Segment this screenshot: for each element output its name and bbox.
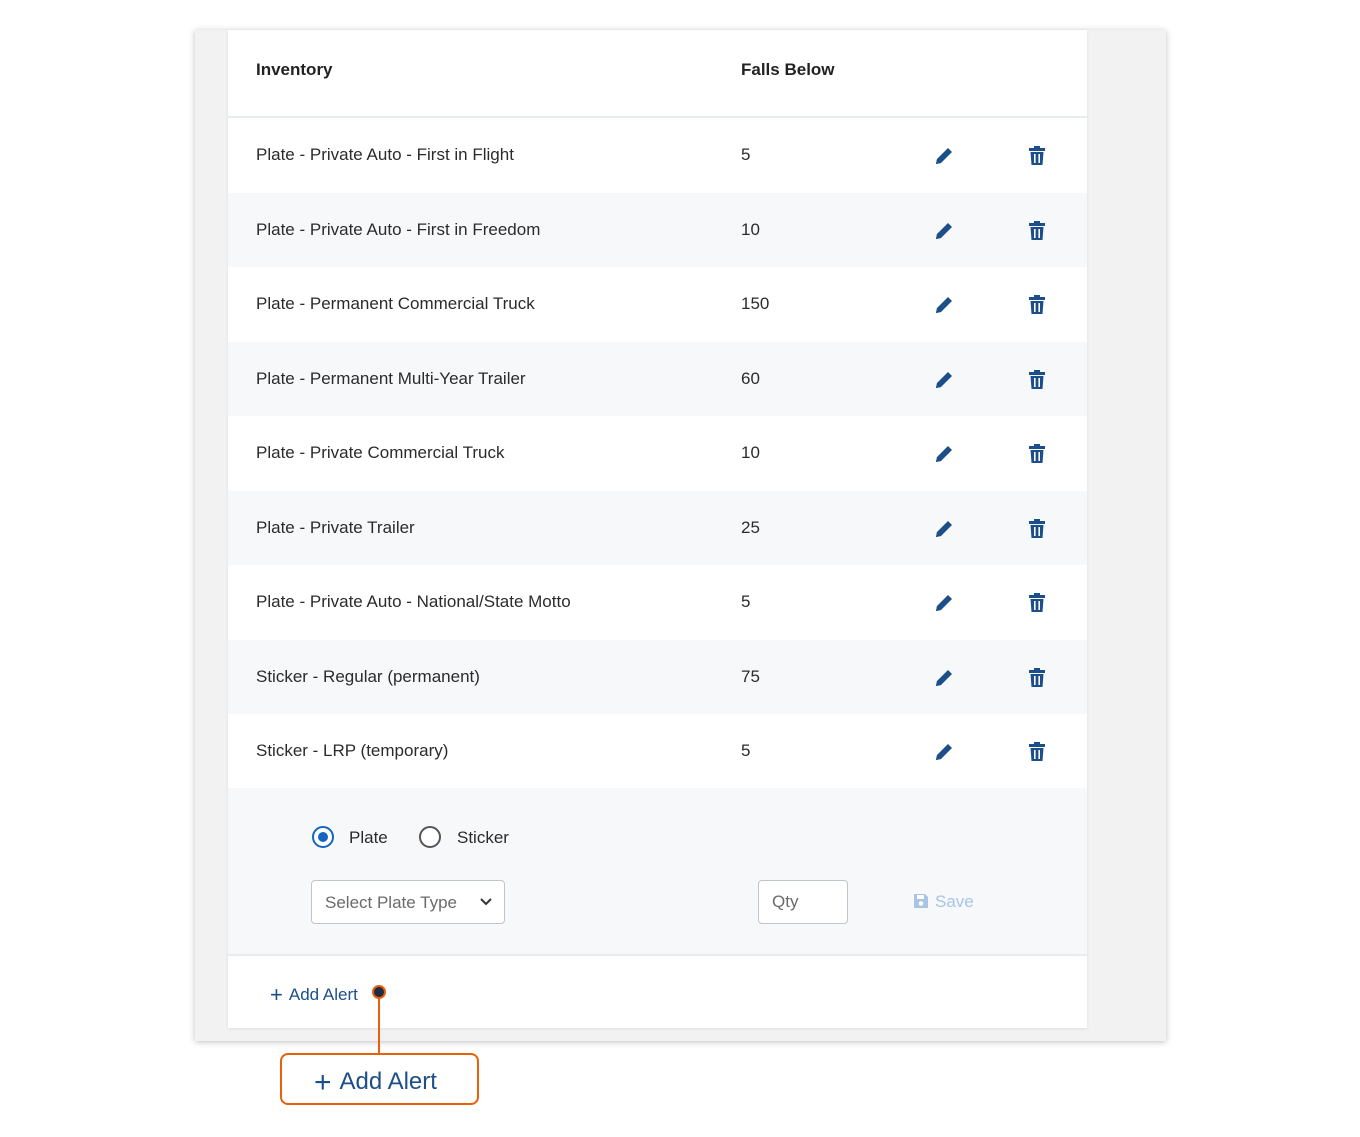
pencil-icon[interactable] [933, 443, 955, 465]
falls-below-value: 25 [741, 517, 760, 537]
trash-icon[interactable] [1028, 294, 1046, 316]
pencil-icon[interactable] [933, 518, 955, 540]
inventory-name: Sticker - LRP (temporary) [256, 741, 449, 760]
falls-below-value: 5 [741, 592, 751, 611]
plate-type-select[interactable]: Select Plate Type [311, 880, 505, 924]
pencil-icon[interactable] [933, 592, 955, 614]
add-alert-callout: + Add Alert [280, 1053, 479, 1105]
inventory-name: Plate - Private Commercial Truck [256, 443, 505, 462]
save-button[interactable]: Save [913, 892, 974, 912]
add-alert-label: Add Alert [288, 985, 358, 1004]
trash-icon[interactable] [1028, 518, 1046, 540]
falls-below-value: 75 [741, 666, 760, 686]
trash-icon[interactable] [1028, 592, 1046, 614]
trash-icon[interactable] [1028, 145, 1046, 167]
callout-label: Add Alert [339, 1068, 437, 1095]
table-row: Plate - Private Auto - First in Flight 5 [228, 118, 1087, 193]
pencil-icon[interactable] [933, 294, 955, 316]
inventory-name: Plate - Permanent Multi-Year Trailer [256, 368, 526, 388]
inventory-alerts-card: Inventory Falls Below Plate - Private Au… [228, 30, 1087, 1028]
inventory-name: Plate - Private Auto - First in Freedom [256, 219, 541, 239]
add-alert-form: Plate Sticker Select Plate Type Save [228, 788, 1087, 956]
plate-type-placeholder: Select Plate Type [325, 893, 457, 912]
pencil-icon[interactable] [933, 667, 955, 689]
radio-plate-label[interactable]: Plate [349, 828, 388, 848]
trash-icon[interactable] [1028, 443, 1046, 465]
qty-input[interactable] [758, 880, 848, 924]
table-row: Sticker - Regular (permanent) 75 [228, 639, 1087, 714]
trash-icon[interactable] [1028, 220, 1046, 242]
falls-below-value: 60 [741, 368, 760, 388]
trash-icon[interactable] [1028, 667, 1046, 689]
table-header: Inventory Falls Below [228, 30, 1087, 118]
inventory-name: Sticker - Regular (permanent) [256, 666, 480, 686]
falls-below-value: 5 [741, 741, 751, 760]
table-row: Plate - Private Auto - National/State Mo… [228, 565, 1087, 640]
inventory-name: Plate - Private Auto - First in Flight [256, 145, 514, 164]
pencil-icon[interactable] [933, 369, 955, 391]
column-header-inventory: Inventory [256, 60, 333, 79]
trash-icon[interactable] [1028, 741, 1046, 763]
chevron-down-icon [480, 898, 492, 906]
table-row: Plate - Private Commercial Truck 10 [228, 416, 1087, 491]
callout-leader-line [378, 997, 380, 1053]
falls-below-value: 5 [741, 145, 751, 164]
radio-plate[interactable] [312, 826, 334, 848]
trash-icon[interactable] [1028, 369, 1046, 391]
table-row: Plate - Permanent Multi-Year Trailer 60 [228, 341, 1087, 416]
floppy-disk-icon [914, 894, 928, 908]
falls-below-value: 10 [741, 219, 760, 239]
table-row: Sticker - LRP (temporary) 5 [228, 714, 1087, 789]
table-row: Plate - Permanent Commercial Truck 150 [228, 267, 1087, 342]
plus-icon: + [314, 1066, 332, 1099]
save-label: Save [935, 892, 974, 911]
inventory-name: Plate - Private Trailer [256, 517, 415, 537]
radio-sticker[interactable] [419, 826, 441, 848]
pencil-icon[interactable] [933, 741, 955, 763]
inventory-name: Plate - Permanent Commercial Truck [256, 294, 535, 313]
pencil-icon[interactable] [933, 220, 955, 242]
plus-icon: + [270, 982, 283, 1007]
table-row: Plate - Private Trailer 25 [228, 490, 1087, 565]
column-header-falls-below: Falls Below [741, 60, 835, 79]
table-row: Plate - Private Auto - First in Freedom 1… [228, 192, 1087, 267]
inventory-name: Plate - Private Auto - National/State Mo… [256, 592, 571, 611]
falls-below-value: 150 [741, 294, 770, 313]
falls-below-value: 10 [741, 443, 760, 462]
add-alert-link[interactable]: + Add Alert [270, 982, 358, 1008]
radio-sticker-label[interactable]: Sticker [457, 828, 509, 848]
pencil-icon[interactable] [933, 145, 955, 167]
